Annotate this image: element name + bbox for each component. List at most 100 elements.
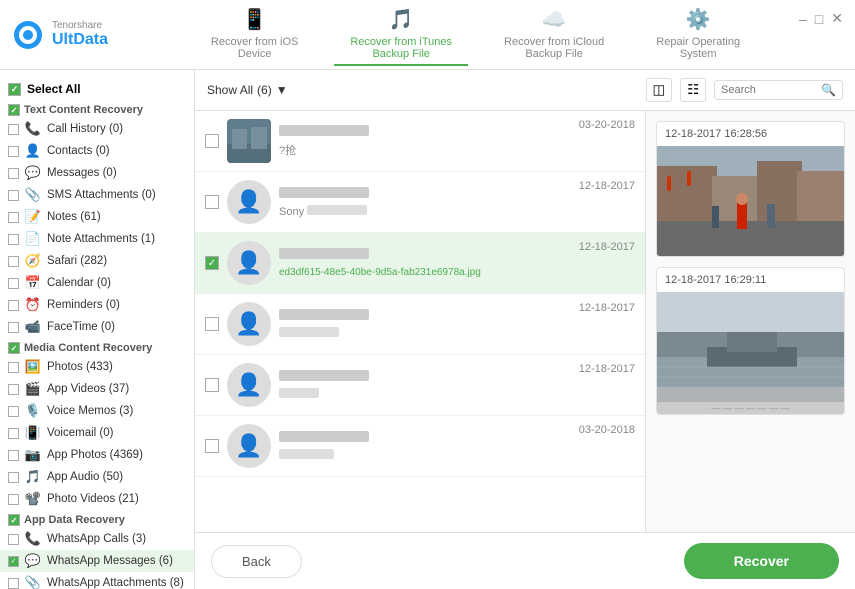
nav-tab-icon-ios: 📱	[242, 7, 267, 32]
sidebar-section-text[interactable]: ✓Text Content Recovery	[0, 100, 194, 118]
file-date: 12-18-2017	[579, 363, 635, 375]
close-button[interactable]: ✕	[831, 10, 843, 27]
sidebar-item[interactable]: 📅Calendar (0)	[0, 272, 194, 294]
sidebar-item-label: Note Attachments (1)	[47, 233, 155, 245]
sidebar-item[interactable]: 📷App Photos (4369)	[0, 444, 194, 466]
nav-tab-icloud[interactable]: ☁️Recover from iCloud Backup File	[488, 3, 620, 66]
list-view-button[interactable]: ☷	[680, 78, 706, 102]
file-thumbnail: 👤	[227, 302, 271, 346]
file-checkbox[interactable]	[205, 439, 219, 453]
file-checkbox[interactable]	[205, 317, 219, 331]
sidebar-section-media[interactable]: ✓Media Content Recovery	[0, 338, 194, 356]
search-input[interactable]	[721, 84, 821, 96]
sidebar-item[interactable]: 💬Messages (0)	[0, 162, 194, 184]
sidebar-item-checkbox[interactable]	[8, 212, 19, 223]
sidebar-item[interactable]: 📽️Photo Videos (21)	[0, 488, 194, 510]
show-all-button[interactable]: Show All (6) ▼	[207, 83, 288, 97]
sidebar-item[interactable]: 📎SMS Attachments (0)	[0, 184, 194, 206]
logo-name: UltData	[52, 31, 108, 49]
file-checkbox[interactable]: ✓	[205, 256, 219, 270]
maximize-button[interactable]: □	[815, 10, 823, 27]
file-name-blurred	[279, 248, 369, 259]
sidebar-item-label: App Audio (50)	[47, 471, 123, 483]
sidebar-item-checkbox[interactable]	[8, 322, 19, 333]
section-checkbox-app[interactable]: ✓	[8, 514, 20, 526]
sidebar-item[interactable]: 🎵App Audio (50)	[0, 466, 194, 488]
minimize-button[interactable]: –	[799, 10, 807, 27]
search-box: 🔍	[714, 80, 843, 100]
sidebar-item[interactable]: 🧭Safari (282)	[0, 250, 194, 272]
sidebar-item[interactable]: 📳Voicemail (0)	[0, 422, 194, 444]
file-checkbox[interactable]	[205, 134, 219, 148]
preview-image	[657, 146, 845, 256]
sidebar-item-checkbox[interactable]	[8, 428, 19, 439]
list-item[interactable]: 👤 Sony 12-18-2017	[195, 172, 645, 233]
select-all-label: Select All	[27, 82, 81, 96]
recover-button[interactable]: Recover	[684, 543, 839, 579]
file-date: 12-18-2017	[579, 241, 635, 253]
file-sub-text: Sony	[279, 206, 304, 218]
sidebar-item[interactable]: 🎬App Videos (37)	[0, 378, 194, 400]
sidebar-item-checkbox[interactable]	[8, 384, 19, 395]
sidebar-item-checkbox[interactable]	[8, 124, 19, 135]
sidebar-item[interactable]: 📎WhatsApp Attachments (8)	[0, 572, 194, 589]
nav-tab-itunes[interactable]: 🎵Recover from iTunes Backup File	[334, 3, 468, 66]
sidebar-item-checkbox[interactable]	[8, 168, 19, 179]
sidebar-item[interactable]: 📹FaceTime (0)	[0, 316, 194, 338]
sidebar-item-label: App Photos (4369)	[47, 449, 143, 461]
sidebar-item-checkbox[interactable]	[8, 534, 19, 545]
sidebar-item-checkbox[interactable]	[8, 190, 19, 201]
sidebar-item-checkbox[interactable]	[8, 256, 19, 267]
main-area: ✓ Select All ✓Text Content Recovery📞Call…	[0, 70, 855, 589]
select-all-row[interactable]: ✓ Select All	[0, 78, 194, 100]
list-item[interactable]: 👤 12-18-2017	[195, 355, 645, 416]
sidebar-item-checkbox[interactable]	[8, 362, 19, 373]
list-item[interactable]: 👤 03-20-2018	[195, 416, 645, 477]
file-list: ?抢 03-20-2018 👤 Sony 12-18-2017	[195, 111, 645, 532]
sidebar-item-checkbox[interactable]	[8, 450, 19, 461]
sidebar-item[interactable]: 👤Contacts (0)	[0, 140, 194, 162]
list-item[interactable]: ?抢 03-20-2018	[195, 111, 645, 172]
file-name-blurred	[279, 431, 369, 442]
file-info	[279, 431, 571, 462]
sidebar-item[interactable]: 🎙️Voice Memos (3)	[0, 400, 194, 422]
nav-tab-ios[interactable]: 📱Recover from iOS Device	[195, 3, 314, 66]
section-label-app: App Data Recovery	[24, 514, 125, 526]
sidebar-item-label: WhatsApp Attachments (8)	[47, 577, 184, 589]
sidebar-item-icon: 📄	[25, 231, 41, 247]
file-checkbox[interactable]	[205, 378, 219, 392]
sidebar-item-checkbox[interactable]	[8, 234, 19, 245]
list-item[interactable]: 👤 12-18-2017	[195, 294, 645, 355]
sidebar-item-checkbox[interactable]	[8, 472, 19, 483]
grid-view-button[interactable]: ◫	[646, 78, 673, 102]
section-checkbox-text[interactable]: ✓	[8, 104, 20, 116]
file-sub-blurred	[279, 449, 334, 459]
select-all-checkbox[interactable]: ✓	[8, 83, 21, 96]
back-button[interactable]: Back	[211, 545, 302, 578]
sidebar-item[interactable]: ⏰Reminders (0)	[0, 294, 194, 316]
sidebar-item-label: Voicemail (0)	[47, 427, 113, 439]
sidebar-item-icon: 📎	[25, 187, 41, 203]
sidebar-item-checkbox[interactable]	[8, 406, 19, 417]
list-item[interactable]: ✓ 👤 ed3df615-48e5-40be-9d5a-fab231e6978a…	[195, 233, 645, 294]
sidebar-item-checkbox[interactable]	[8, 578, 19, 589]
sidebar-item-checkbox[interactable]	[8, 278, 19, 289]
show-all-label: Show All	[207, 83, 253, 97]
sidebar-item[interactable]: 📄 Note Attachments (1)	[0, 228, 194, 250]
sidebar-item-checkbox[interactable]	[8, 300, 19, 311]
dropdown-icon: ▼	[276, 83, 288, 97]
sidebar-item[interactable]: 📞Call History (0)	[0, 118, 194, 140]
file-checkbox[interactable]	[205, 195, 219, 209]
section-checkbox-media[interactable]: ✓	[8, 342, 20, 354]
sidebar-item[interactable]: 📞WhatsApp Calls (3)	[0, 528, 194, 550]
sidebar-item-icon: 📞	[25, 121, 41, 137]
sidebar-item[interactable]: 📝Notes (61)	[0, 206, 194, 228]
sidebar-item-checkbox[interactable]: ✓	[8, 556, 19, 567]
preview-timestamp: 12-18-2017 16:29:11	[657, 268, 844, 292]
sidebar-item[interactable]: ✓💬WhatsApp Messages (6)	[0, 550, 194, 572]
sidebar-item-checkbox[interactable]	[8, 146, 19, 157]
nav-tab-repair[interactable]: ⚙️Repair Operating System	[640, 3, 756, 66]
sidebar-item[interactable]: 🖼️Photos (433)	[0, 356, 194, 378]
sidebar-section-app[interactable]: ✓ App Data Recovery	[0, 510, 194, 528]
sidebar-item-checkbox[interactable]	[8, 494, 19, 505]
